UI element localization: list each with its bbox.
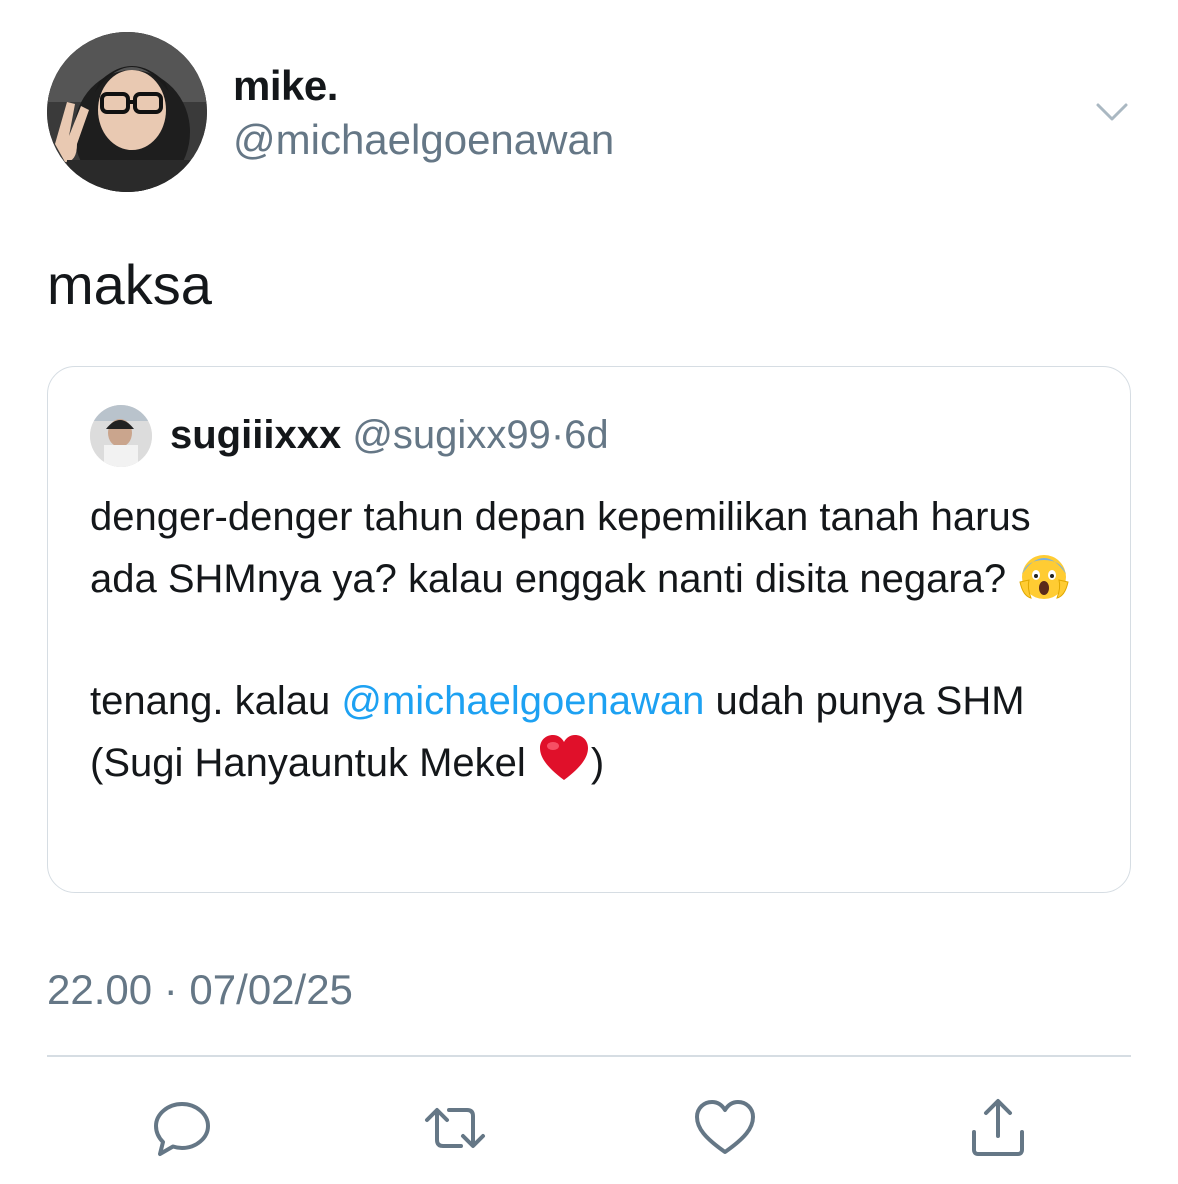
quoted-tweet-card[interactable]: sugiiixxx @sugixx99·6d denger-denger tah… — [47, 366, 1131, 893]
author-handle[interactable]: @michaelgoenawan — [233, 116, 614, 164]
quoted-time: 6d — [564, 413, 609, 457]
tweet-timestamp[interactable]: 22.00 · 07/02/25 — [47, 966, 353, 1014]
quoted-paragraph-1: denger-denger tahun depan kepemilikan ta… — [90, 487, 1100, 610]
author-avatar[interactable] — [47, 32, 207, 192]
divider — [47, 1055, 1131, 1057]
tweet-text: maksa — [47, 253, 212, 316]
quoted-body: denger-denger tahun depan kepemilikan ta… — [90, 487, 1100, 794]
profile-photo — [47, 32, 207, 192]
quoted-profile-photo — [90, 405, 152, 467]
reply-icon[interactable] — [150, 1096, 214, 1160]
quoted-display-name[interactable]: sugiiixxx — [170, 413, 341, 457]
author-display-name[interactable]: mike. — [233, 62, 338, 110]
share-icon[interactable] — [966, 1096, 1030, 1160]
face-screaming-in-fear-icon — [1017, 548, 1071, 602]
retweet-icon[interactable] — [423, 1096, 487, 1160]
quoted-handle[interactable]: @sugixx99 — [352, 413, 550, 457]
quoted-header: sugiiixxx @sugixx99·6d — [170, 413, 609, 458]
quoted-paragraph-2: tenang. kalau @michaelgoenawan udah puny… — [90, 679, 1025, 786]
heart-icon[interactable] — [693, 1096, 757, 1160]
quoted-separator: · — [550, 413, 565, 457]
mention-link[interactable]: @michaelgoenawan — [341, 679, 704, 723]
quoted-avatar[interactable] — [90, 405, 152, 467]
chevron-down-icon[interactable] — [1092, 96, 1132, 128]
red-heart-icon — [537, 732, 591, 786]
